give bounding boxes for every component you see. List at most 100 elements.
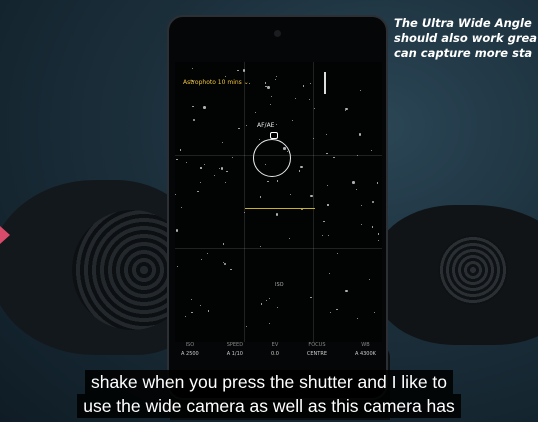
star [199,181,201,184]
grid-line [244,62,245,342]
star [185,161,187,163]
focus-circle[interactable] [253,139,291,177]
star [308,98,311,100]
setting-value: A 2500 [181,351,199,357]
star [192,106,194,108]
setting-iso[interactable]: ISO A 2500 [181,342,199,357]
star [266,300,268,302]
star [254,111,256,113]
star [310,194,313,198]
setting-value: CENTRE [306,351,327,357]
star [276,180,278,182]
star [220,167,224,170]
star [248,82,250,85]
grid-line [175,248,382,249]
star [175,229,179,232]
star [328,234,330,237]
caption-line: should also work grea [394,31,538,45]
star [358,133,362,136]
star [203,106,206,109]
star [226,170,228,172]
setting-wb[interactable]: WB A 4300K [355,342,376,357]
star [336,308,338,311]
star [300,165,303,169]
setting-label: ISO [185,342,195,348]
mode-selector[interactable]: Astrophoto 10 mins ⌄ [183,79,249,86]
star [377,233,380,235]
star [179,149,182,151]
star [213,175,215,177]
star [175,193,177,195]
star [345,110,347,112]
star [201,258,203,260]
star [259,138,261,140]
star [275,79,277,81]
star [288,238,290,240]
star [225,181,227,183]
star [230,268,232,271]
chapter-marker-icon[interactable] [0,226,10,244]
star [222,141,224,144]
star [275,213,279,216]
star [368,278,371,280]
star [267,180,269,182]
setting-label: EV [271,342,279,348]
star [231,157,233,159]
af-ae-label: AF/AE [257,122,275,129]
star [370,149,372,151]
star [260,303,262,305]
star [191,67,193,69]
setting-focus[interactable]: FOCUS CENTRE [307,342,327,357]
star [377,182,379,184]
setting-label: WB [361,342,370,348]
star [310,296,312,298]
caption-line: can capture more sta [394,46,533,60]
star [302,85,305,87]
star [223,262,227,266]
star [237,69,239,72]
star [291,120,293,122]
star [378,239,380,242]
setting-ev[interactable]: EV 0.0 [271,342,279,357]
caption-line: The Ultra Wide Angle [394,16,532,30]
star [312,137,314,139]
star [326,134,328,136]
star [206,252,208,255]
phone: Astrophoto 10 mins ⌄ AF/AE ISO UW W T ST… [167,15,388,400]
setting-label: SPEED [226,342,244,348]
star [352,181,355,184]
video-frame[interactable]: Astrophoto 10 mins ⌄ AF/AE ISO UW W T ST… [0,0,538,422]
star [327,185,329,187]
star [371,200,375,204]
star [197,191,199,193]
setting-value: A 4300K [354,351,376,357]
star [176,266,178,268]
star [268,323,271,325]
star [336,253,339,255]
star [323,220,325,223]
star [238,127,240,129]
star [277,306,279,308]
star [223,243,225,245]
star [321,234,324,236]
star [245,124,247,126]
star [360,204,362,206]
subtitle-line: use the wide camera as well as this came… [77,394,461,418]
star [180,206,183,209]
star [269,104,272,106]
front-camera-icon [274,30,281,37]
star [267,86,270,89]
star [199,304,201,306]
star [204,164,206,166]
star [356,317,358,320]
video-caption: The Ultra Wide Angle should also work gr… [394,16,538,61]
setting-value: A 1/10 [226,351,243,357]
star [275,124,278,126]
setting-speed[interactable]: SPEED A 1/10 [227,342,243,357]
star [359,90,361,92]
star [361,223,363,225]
star [246,325,248,328]
lock-icon [270,132,278,139]
grid-line [313,62,314,342]
star [295,97,297,99]
